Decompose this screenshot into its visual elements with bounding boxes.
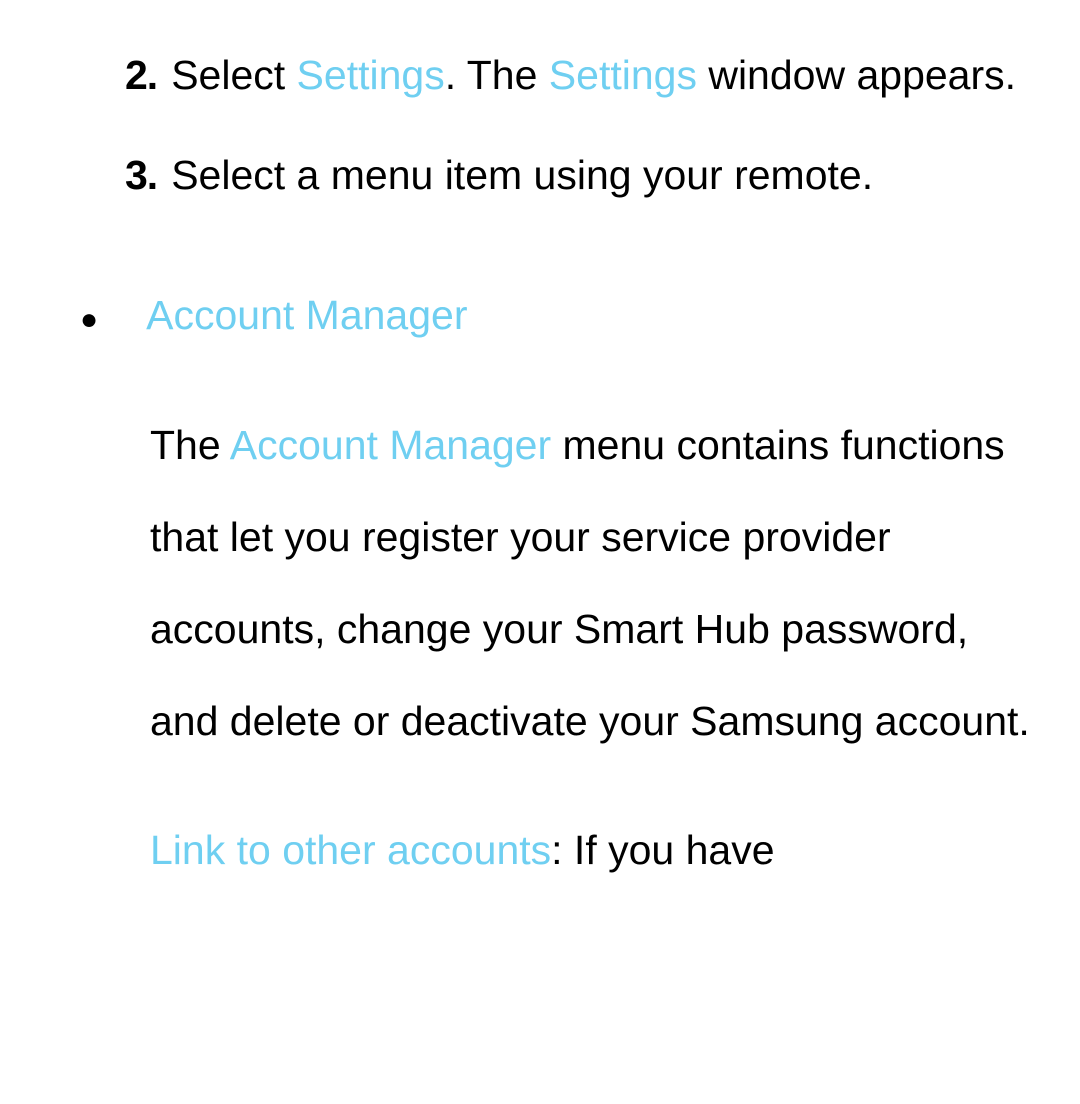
account-manager-heading: Account Manager (146, 270, 1040, 360)
step-number-3: 3. (50, 130, 171, 220)
account-manager-description: The Account Manager menu contains functi… (80, 399, 1040, 768)
link-accounts-label: Link to other accounts (150, 827, 551, 873)
step-2-text: Select Settings. The Settings window app… (171, 30, 1040, 120)
step-number-2: 2. (50, 30, 171, 120)
account-manager-inline: Account Manager (230, 422, 551, 468)
body-suffix: menu contains functions that let you reg… (150, 422, 1030, 745)
step-2: 2. Select Settings. The Settings window … (50, 30, 1040, 120)
body-prefix: The (150, 422, 230, 468)
link-accounts-description: Link to other accounts: If you have (80, 804, 1040, 896)
step-3-text: Select a menu item using your remote. (171, 130, 1040, 220)
step-2-mid: . The (445, 52, 549, 98)
bullet-icon: ● (80, 281, 146, 359)
step-2-suffix: window appears. (697, 52, 1016, 98)
step-2-prefix: Select (171, 52, 296, 98)
account-manager-section: ● Account Manager The Account Manager me… (50, 270, 1040, 895)
link-accounts-suffix: : If you have (551, 827, 774, 873)
settings-link-2: Settings (549, 52, 697, 98)
document-content: 2. Select Settings. The Settings window … (0, 0, 1080, 896)
step-3: 3. Select a menu item using your remote. (50, 130, 1040, 220)
section-heading-row: ● Account Manager (80, 270, 1040, 360)
settings-link-1: Settings (297, 52, 445, 98)
